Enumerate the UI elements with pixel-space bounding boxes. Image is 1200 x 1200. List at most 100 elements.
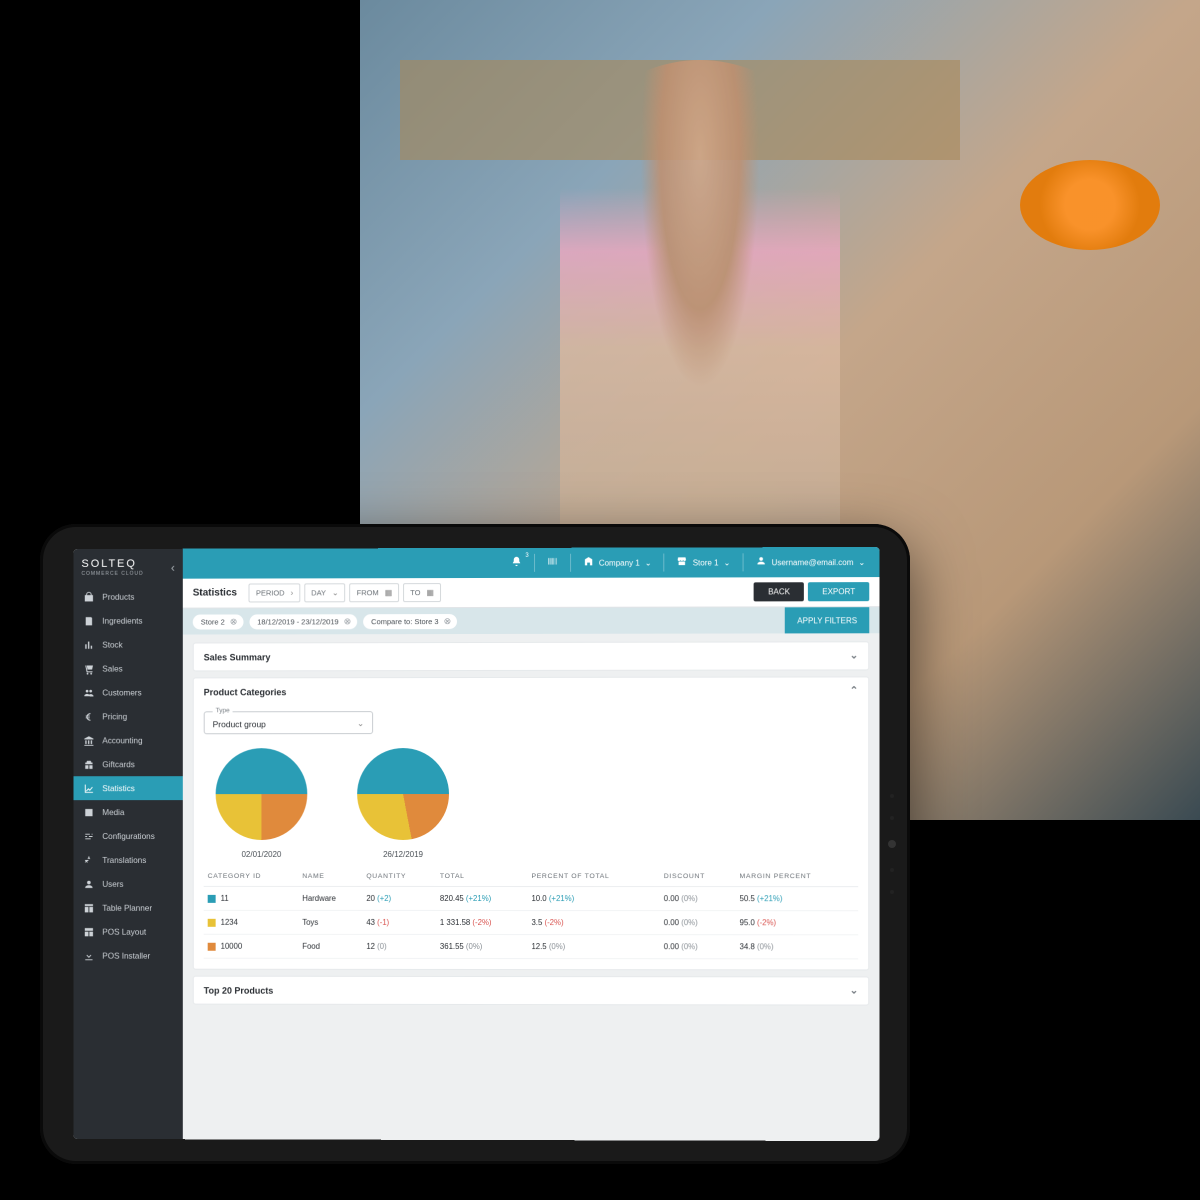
chart-icon — [83, 783, 94, 794]
sidebar-item-translations[interactable]: Translations — [74, 848, 183, 872]
sales-summary-header[interactable]: Sales Summary ⌄ — [194, 642, 869, 670]
sidebar-item-sales[interactable]: Sales — [74, 656, 183, 680]
chevron-down-icon: ⌄ — [357, 718, 364, 729]
sliders-icon — [83, 831, 94, 842]
close-icon[interactable]: ⊗ — [230, 616, 238, 627]
gift-icon — [83, 759, 94, 770]
product-categories-header[interactable]: Product Categories ⌃ — [194, 677, 869, 705]
sidebar-item-label: Giftcards — [102, 760, 135, 769]
type-label: Type — [213, 707, 233, 714]
pie-chart-icon — [216, 748, 308, 840]
sidebar-item-configurations[interactable]: Configurations — [74, 824, 183, 848]
sidebar-item-ingredients[interactable]: Ingredients — [74, 609, 183, 633]
filter-bar: Statistics PERIOD › DAY ⌄ FROM ▦ TO ▦ — [183, 577, 880, 609]
sidebar-item-giftcards[interactable]: Giftcards — [74, 752, 183, 776]
export-button[interactable]: EXPORT — [808, 582, 869, 601]
type-select[interactable]: Type Product group ⌄ — [204, 711, 373, 734]
sidebar-item-label: Stock — [102, 640, 122, 649]
recipe-icon — [83, 615, 94, 626]
pie-2: 26/12/2019 — [357, 748, 449, 859]
sidebar-item-label: Configurations — [102, 832, 154, 841]
filter-chip-compare[interactable]: Compare to: Store 3 ⊗ — [363, 614, 457, 629]
bars-icon — [83, 639, 94, 650]
content: Sales Summary ⌄ Product Categories ⌃ Typ… — [183, 633, 880, 1141]
sidebar-item-label: Media — [102, 808, 124, 817]
col-pct: PERCENT OF TOTAL — [527, 867, 659, 887]
euro-icon — [83, 711, 94, 722]
topbar: 3 Company 1 ⌄ — [183, 547, 880, 579]
sidebar-item-products[interactable]: Products — [74, 585, 183, 609]
section-title: Sales Summary — [204, 652, 271, 662]
section-title: Product Categories — [204, 687, 287, 697]
barcode-button[interactable] — [543, 556, 562, 570]
cart-icon — [83, 663, 94, 674]
sidebar-item-statistics[interactable]: Statistics — [74, 776, 183, 800]
sidebar-item-label: Customers — [102, 688, 141, 697]
day-field[interactable]: DAY ⌄ — [304, 583, 345, 602]
sidebar-item-label: Ingredients — [102, 616, 142, 625]
notifications-button[interactable]: 3 — [507, 556, 526, 570]
sidebar-header: SOLTEQ COMMERCE CLOUD ‹ — [74, 549, 183, 585]
chevron-right-icon: › — [291, 588, 294, 597]
sidebar-item-label: Statistics — [102, 784, 135, 793]
calendar-icon: ▦ — [385, 588, 393, 597]
top20-card: Top 20 Products ⌄ — [193, 976, 870, 1006]
pie-chart-icon — [357, 748, 449, 840]
sidebar-item-label: POS Installer — [102, 951, 150, 960]
apply-filters-button[interactable]: APPLY FILTERS — [785, 607, 869, 633]
bell-icon — [511, 556, 522, 570]
sidebar-item-label: Accounting — [102, 736, 142, 745]
color-swatch — [208, 895, 216, 903]
product-categories-card: Product Categories ⌃ Type Product group … — [193, 676, 870, 970]
sidebar-item-label: Products — [102, 592, 134, 601]
layout-icon — [83, 926, 94, 937]
sidebar-item-pricing[interactable]: Pricing — [74, 704, 183, 728]
main: 3 Company 1 ⌄ — [183, 547, 880, 1141]
sidebar-item-stock[interactable]: Stock — [74, 633, 183, 657]
page-title: Statistics — [193, 588, 237, 599]
bag-icon — [83, 591, 94, 602]
download-icon — [83, 950, 94, 961]
to-field[interactable]: TO ▦ — [403, 583, 441, 602]
sidebar-item-table-planner[interactable]: Table Planner — [74, 896, 183, 920]
sidebar-item-pos-installer[interactable]: POS Installer — [74, 944, 183, 968]
close-icon[interactable]: ⊗ — [444, 616, 452, 627]
user-icon — [755, 555, 766, 569]
filter-chip-store[interactable]: Store 2 ⊗ — [193, 614, 243, 629]
period-field[interactable]: PERIOD › — [249, 583, 300, 602]
col-qty: QUANTITY — [362, 867, 436, 887]
sidebar-item-users[interactable]: Users — [74, 872, 183, 896]
close-icon[interactable]: ⊗ — [344, 616, 352, 627]
filter-chip-daterange[interactable]: 18/12/2019 - 23/12/2019 ⊗ — [249, 614, 357, 629]
sidebar-item-label: POS Layout — [102, 927, 146, 936]
sidebar: SOLTEQ COMMERCE CLOUD ‹ Products Ingredie… — [74, 549, 183, 1139]
table-row[interactable]: 1234Toys43 (-1)1 331.58 (-2%)3.5 (-2%)0.… — [204, 910, 858, 934]
collapse-icon[interactable]: ‹ — [171, 561, 175, 575]
back-button[interactable]: BACK — [754, 582, 804, 601]
sidebar-item-customers[interactable]: Customers — [74, 680, 183, 704]
table-row[interactable]: 11Hardware20 (+2)820.45 (+21%)10.0 (+21%… — [204, 886, 858, 910]
categories-table: CATEGORY ID NAME QUANTITY TOTAL PERCENT … — [204, 867, 858, 959]
pie-1: 02/01/2020 — [216, 748, 308, 859]
pie-1-label: 02/01/2020 — [241, 850, 281, 859]
user-menu[interactable]: Username@email.com ⌄ — [751, 555, 869, 569]
top20-header[interactable]: Top 20 Products ⌄ — [194, 977, 869, 1005]
chip-label: Store 2 — [201, 617, 225, 626]
sidebar-item-media[interactable]: Media — [74, 800, 183, 824]
translate-icon — [83, 854, 94, 865]
product-categories-body: Type Product group ⌄ 02/01/2020 — [194, 705, 869, 970]
section-title: Top 20 Products — [204, 985, 274, 995]
chip-label: Compare to: Store 3 — [371, 617, 438, 626]
table-row[interactable]: 10000Food12 (0)361.55 (0%)12.5 (0%)0.00 … — [204, 934, 858, 959]
store-selector[interactable]: Store 1 ⌄ — [673, 555, 735, 569]
sidebar-item-accounting[interactable]: Accounting — [74, 728, 183, 752]
notif-badge: 3 — [525, 553, 528, 559]
sidebar-item-pos-layout[interactable]: POS Layout — [74, 920, 183, 944]
chevron-up-icon: ⌃ — [850, 685, 858, 696]
company-selector[interactable]: Company 1 ⌄ — [579, 556, 656, 570]
from-field[interactable]: FROM ▦ — [350, 583, 400, 602]
color-swatch — [208, 919, 216, 927]
from-label: FROM — [357, 588, 379, 597]
chip-bar: Store 2 ⊗ 18/12/2019 - 23/12/2019 ⊗ Comp… — [183, 607, 880, 634]
sales-summary-card: Sales Summary ⌄ — [193, 641, 870, 671]
